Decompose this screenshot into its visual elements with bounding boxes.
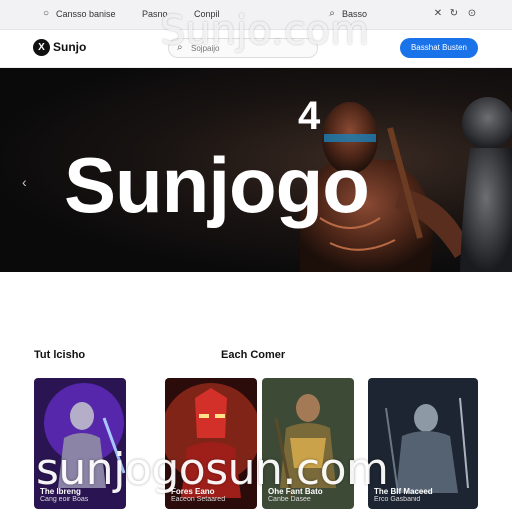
close-icon[interactable]: ✕ [432,8,444,20]
card-subtitle: Erco Gasbanid [374,496,421,503]
watermark-main: sunjogosun.com [36,444,389,495]
menu-icon[interactable]: ⊙ [466,8,478,20]
watermark-top: Sunjo.com [160,8,370,54]
section-title-right: Each Comer [221,349,286,361]
hero-title: Sunjogo [64,141,370,229]
card-subtitle: Cang eoir Boas [40,496,89,503]
logo-icon[interactable]: X [33,39,50,56]
section-title-left: Tut lcisho [34,349,86,361]
logo-text[interactable]: Sunjo [53,40,86,54]
circle-icon[interactable]: ○ [40,8,52,20]
page: ○ Cansso banise Pasno Conpil ⌕ Basso ✕ ↻… [0,0,512,512]
refresh-icon[interactable]: ↻ [448,8,460,20]
hero-number: 4 [298,94,321,138]
cta-button[interactable]: Basshat Busten [400,38,478,58]
card-title: The Blf Maceed [374,487,433,496]
browser-link-left[interactable]: Cansso banise [56,9,116,19]
card-subtitle: Canbe Dasee [268,496,311,503]
hero-banner[interactable]: ‹ 4 Sunjogo [0,68,512,272]
card-subtitle: Eaceon Setaared [171,496,226,503]
